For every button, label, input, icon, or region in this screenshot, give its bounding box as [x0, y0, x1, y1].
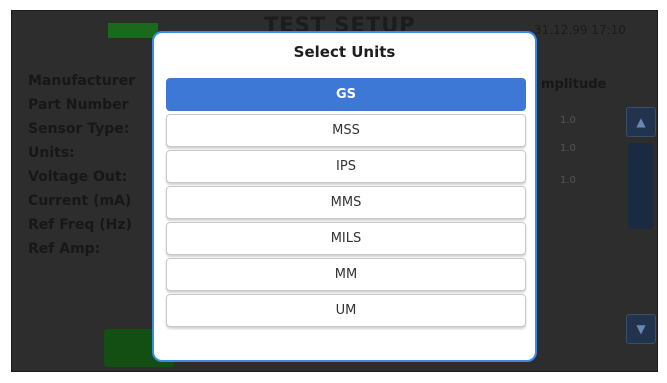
unit-option-mms[interactable]: MMS [166, 186, 526, 219]
unit-option-um[interactable]: UM [166, 294, 526, 327]
units-option-list: GS MSS IPS MMS MILS MM UM [166, 78, 526, 330]
label-ref-amp: Ref Amp: [28, 241, 101, 257]
select-units-dialog: Select Units GS MSS IPS MMS MILS MM UM [152, 31, 537, 362]
scroll-up-icon[interactable]: ▲ [626, 107, 656, 137]
label-part-number: Part Number [28, 97, 129, 113]
amplitude-value: 1.0 [560, 143, 576, 154]
unit-option-mss[interactable]: MSS [166, 114, 526, 147]
label-current: Current (mA) [28, 193, 132, 209]
unit-option-ips[interactable]: IPS [166, 150, 526, 183]
amplitude-column-header: mplitude [541, 77, 607, 92]
scroll-thumb[interactable] [628, 143, 653, 229]
label-ref-freq: Ref Freq (Hz) [28, 217, 132, 233]
datetime-readout: 31.12.99 17:10 [534, 23, 626, 37]
amplitude-value: 1.0 [560, 175, 576, 186]
label-voltage-out: Voltage Out: [28, 169, 128, 185]
unit-option-gs[interactable]: GS [166, 78, 526, 111]
unit-option-mm[interactable]: MM [166, 258, 526, 291]
dialog-title: Select Units [293, 43, 396, 61]
scrollbar[interactable]: ▲ ▼ [626, 107, 656, 357]
status-indicator [108, 23, 158, 38]
label-sensor-type: Sensor Type: [28, 121, 130, 137]
scroll-down-icon[interactable]: ▼ [626, 314, 656, 344]
label-manufacturer: Manufacturer [28, 73, 136, 89]
amplitude-value: 1.0 [560, 115, 576, 126]
unit-option-mils[interactable]: MILS [166, 222, 526, 255]
setup-labels: Manufacturer Part Number Sensor Type: Un… [28, 69, 135, 261]
label-units: Units: [28, 145, 75, 161]
